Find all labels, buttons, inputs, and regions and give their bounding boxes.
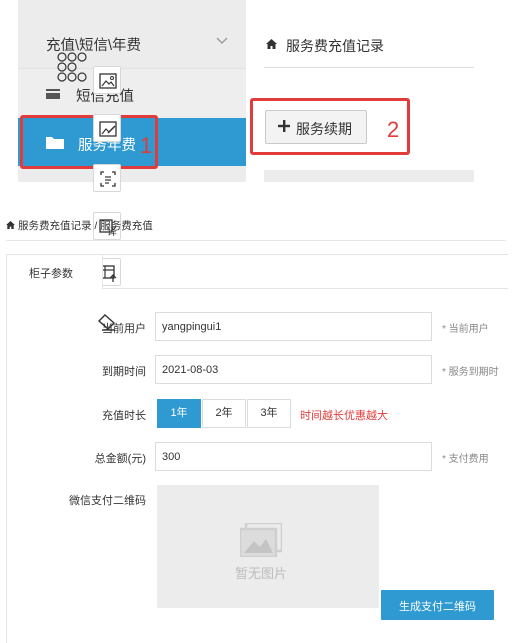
generate-qr-button-label: 生成支付二维码 [399, 601, 476, 613]
duration-option-2-year[interactable]: 2年 [202, 399, 246, 428]
amount-value: 300 [162, 451, 181, 463]
qr-placeholder-text: 暂无图片 [235, 566, 288, 581]
generate-qr-button[interactable]: 生成支付二维码 [381, 590, 494, 620]
right-panel-next-row [264, 170, 474, 182]
annotation-box-1 [20, 115, 158, 169]
expire-label: 到期时间 [102, 366, 146, 378]
tab-divider [103, 288, 508, 289]
toolbar-image-edit-button[interactable] [93, 114, 121, 142]
tab-label: 柜子参数 [29, 268, 73, 280]
text-extract-icon [100, 171, 116, 187]
breadcrumb: 服务费充值记录 / 服务费充值 [18, 218, 153, 233]
expire-field[interactable]: 2021-08-03 [155, 355, 432, 384]
duration-option-1-year[interactable]: 1年 [157, 399, 201, 428]
user-label: 当前用户 [102, 323, 146, 335]
duration-discount-note: 时间越长优惠越大 [300, 410, 388, 422]
amount-field[interactable]: 300 [155, 442, 432, 471]
duration-option-3-year[interactable]: 3年 [247, 399, 291, 428]
expire-value: 2021-08-03 [162, 364, 219, 376]
circles-icon [57, 52, 87, 82]
amount-label: 总金额(元) [94, 453, 146, 465]
user-field[interactable]: yangpingui1 [155, 312, 432, 341]
tab-cabinet-params[interactable]: 柜子参数 [7, 255, 103, 289]
sidebar-group-header[interactable]: 充值\短信\年费 [18, 18, 246, 68]
qr-image-placeholder: 暂无图片 [157, 485, 379, 608]
breadcrumb-separator: / [91, 220, 101, 232]
top-screenshot: 充值\短信\年费 短信充值 服务年费 服务费充值记录 服务续期 1 2 [0, 0, 532, 182]
toolbar-image-button[interactable] [93, 66, 121, 94]
breadcrumb-parent[interactable]: 服务费充值记录 [18, 220, 92, 232]
chevron-down-icon [216, 37, 228, 44]
expire-hint: * 服务到期时 [442, 367, 499, 378]
duration-label: 充值时长 [102, 410, 146, 422]
qr-label: 微信支付二维码 [69, 495, 146, 507]
breadcrumb-current: 服务费充值 [100, 220, 153, 232]
image-edit-icon [99, 121, 117, 137]
right-panel-header: 服务费充值记录 [264, 28, 474, 68]
divider [6, 240, 506, 241]
image-placeholder-icon [240, 523, 282, 557]
annotation-number-2: 2 [387, 117, 400, 142]
image-icon [99, 73, 117, 89]
toolbar-text-extract-button[interactable] [93, 164, 121, 192]
amount-hint: * 支付费用 [442, 454, 489, 465]
user-value: yangpingui1 [162, 321, 222, 333]
active-item-pointer [228, 134, 236, 150]
annotation-box-2 [250, 98, 410, 155]
home-icon [6, 221, 15, 229]
annotation-number-1: 1 [140, 133, 153, 158]
right-panel-title: 服务费充值记录 [286, 38, 384, 54]
sidebar-item-sms-recharge[interactable]: 短信充值 [18, 68, 246, 116]
home-icon [266, 39, 277, 49]
user-hint: * 当前用户 [442, 324, 489, 335]
